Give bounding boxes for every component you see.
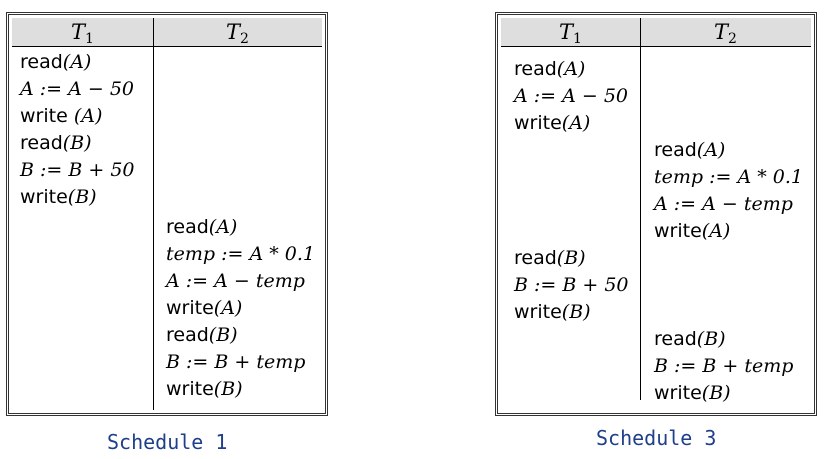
operation-name: write	[514, 301, 562, 323]
operation-line: read(A)	[166, 214, 237, 241]
operation-line: A := A − temp	[166, 268, 305, 295]
operation-name: write	[166, 378, 214, 400]
operation-line: B := B + temp	[654, 353, 793, 380]
operation-line: read(B)	[654, 326, 726, 353]
operation-line: write(B)	[514, 299, 591, 326]
operation-argument: (B)	[561, 301, 591, 323]
operation-argument: (B)	[696, 328, 726, 350]
operation-line: write(A)	[654, 218, 730, 245]
operation-argument: (A)	[696, 139, 726, 161]
schedule-3-caption: Schedule 3	[596, 426, 717, 450]
operation-line: B := B + 50	[514, 272, 629, 299]
operation-argument: (A)	[208, 216, 238, 238]
operation-name: read	[654, 328, 697, 350]
operation-line: read(A)	[20, 49, 91, 76]
operation-line: B := B + temp	[166, 349, 305, 376]
operation-name: read	[654, 139, 697, 161]
operation-argument: (A)	[701, 220, 731, 242]
operation-name: read	[166, 324, 209, 346]
operation-line: write(B)	[166, 376, 243, 403]
schedule-3-table: T1 T2 read(A) A := A − 50 write(A) read(A)…	[495, 12, 817, 416]
schedule-1-col-t1-header: T1	[71, 20, 94, 47]
operation-argument: (A)	[213, 297, 243, 319]
assignment-expression: temp := A * 0.1	[166, 243, 315, 265]
operation-name: write	[20, 105, 68, 127]
operation-name: write	[514, 112, 562, 134]
assignment-expression: B := B + temp	[654, 355, 794, 377]
schedule-1-caption: Schedule 1	[107, 430, 228, 454]
operation-name: read	[20, 132, 63, 154]
operation-argument: (B)	[67, 186, 97, 208]
schedule-3-col-t1-header: T1	[559, 20, 582, 47]
operation-name: write	[654, 382, 702, 404]
assignment-expression: A := A − 50	[20, 78, 135, 100]
operation-name: write	[654, 220, 702, 242]
operation-argument: (B)	[213, 378, 243, 400]
operation-name: read	[20, 51, 63, 73]
operation-name: read	[166, 216, 209, 238]
operation-line: write(B)	[654, 380, 731, 407]
operation-line: read(A)	[514, 56, 585, 83]
operation-name: read	[514, 58, 557, 80]
operation-line: write(A)	[166, 295, 242, 322]
operation-line: A := A − 50	[514, 83, 628, 110]
operation-argument: (A)	[67, 105, 103, 127]
assignment-expression: temp := A * 0.1	[654, 166, 803, 188]
schedule-1-inner: T1 T2 read(A) A := A − 50 write (A) read(B)…	[12, 18, 322, 410]
operation-line: A := A − 50	[20, 76, 134, 103]
assignment-expression: B := B + 50	[514, 274, 629, 296]
operation-line: read(B)	[166, 322, 238, 349]
operation-argument: (B)	[62, 132, 92, 154]
operation-name: write	[20, 186, 68, 208]
operation-line: write(B)	[20, 184, 97, 211]
schedule-1-table: T1 T2 read(A) A := A − 50 write (A) read(B)…	[6, 12, 328, 416]
operation-line: A := A − temp	[654, 191, 793, 218]
schedule-1-column-divider	[153, 18, 154, 410]
schedule-3-col-t2-header: T2	[714, 20, 737, 47]
schedule-1-col-t2-header: T2	[226, 20, 249, 47]
operation-line: temp := A * 0.1	[654, 164, 803, 191]
operation-line: temp := A * 0.1	[166, 241, 315, 268]
operation-argument: (B)	[556, 247, 586, 269]
operation-argument: (A)	[556, 58, 586, 80]
operation-line: B := B + 50	[20, 157, 135, 184]
operation-line: read(A)	[654, 137, 725, 164]
operation-name: write	[166, 297, 214, 319]
operation-line: write(A)	[514, 110, 590, 137]
operation-line: write (A)	[20, 103, 102, 130]
operation-argument: (B)	[208, 324, 238, 346]
assignment-expression: A := A − temp	[654, 193, 793, 215]
operation-argument: (A)	[561, 112, 591, 134]
schedule-3-column-divider	[640, 18, 641, 400]
assignment-expression: A := A − 50	[514, 85, 629, 107]
assignment-expression: A := A − temp	[166, 270, 305, 292]
operation-argument: (B)	[701, 382, 731, 404]
operation-line: read(B)	[20, 130, 92, 157]
operation-argument: (A)	[62, 51, 92, 73]
assignment-expression: B := B + temp	[166, 351, 306, 373]
assignment-expression: B := B + 50	[20, 159, 135, 181]
operation-name: read	[514, 247, 557, 269]
operation-line: read(B)	[514, 245, 586, 272]
schedule-3-inner: T1 T2 read(A) A := A − 50 write(A) read(A)…	[501, 18, 811, 410]
